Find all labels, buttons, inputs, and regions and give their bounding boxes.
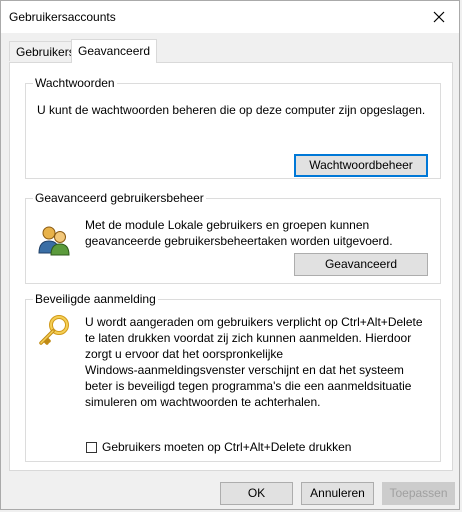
advanced-management-line-1: Met de module Lokale gebruikers en groep… (85, 218, 370, 232)
tab-strip: Gebruikers Geavanceerd (9, 39, 449, 63)
password-management-button-label: Wachtwoordbeheer (309, 158, 413, 172)
advanced-button-label: Geavanceerd (324, 257, 398, 271)
close-button[interactable] (419, 1, 459, 33)
advanced-tab-panel: Wachtwoorden U kunt de wachtwoorden behe… (9, 62, 453, 471)
key-icon (39, 315, 69, 345)
advanced-management-legend: Geavanceerd gebruikersbeheer (33, 191, 206, 205)
passwords-description: U kunt de wachtwoorden beheren die op de… (37, 103, 426, 117)
secure-logon-group: Beveiligde aanmelding U wordt aangeraden… (25, 292, 441, 462)
tab-users-label: Gebruikers (16, 45, 75, 59)
advanced-button[interactable]: Geavanceerd (294, 253, 428, 276)
cancel-button-label: Annuleren (310, 486, 365, 500)
cancel-button[interactable]: Annuleren (301, 482, 374, 505)
ok-button-label: OK (247, 486, 266, 500)
ok-button[interactable]: OK (220, 482, 293, 505)
secure-logon-line-1: U wordt aangeraden om gebruikers verplic… (85, 315, 423, 329)
tab-advanced-label: Geavanceerd (78, 44, 151, 58)
secure-logon-line-6: simuleren om wachtwoorden te achterhalen… (85, 395, 321, 409)
secure-logon-line-2: te laten drukken voordat zij zich kunnen… (85, 331, 412, 345)
title-bar: Gebruikersaccounts (1, 1, 459, 33)
tab-advanced[interactable]: Geavanceerd (71, 39, 158, 63)
dialog-footer: OK Annuleren Toepassen (1, 471, 459, 511)
advanced-management-line-2: geavanceerde gebruikersbeheertaken worde… (85, 234, 393, 248)
window-title: Gebruikersaccounts (9, 10, 116, 24)
ctrl-alt-delete-checkbox-label[interactable]: Gebruikers moeten op Ctrl+Alt+Delete dru… (102, 439, 351, 455)
password-management-button[interactable]: Wachtwoordbeheer (294, 154, 428, 177)
secure-logon-line-5: beter is beveiligd tegen programma's die… (85, 379, 412, 393)
ctrl-alt-delete-checkbox[interactable] (86, 442, 97, 453)
close-icon (433, 11, 445, 23)
passwords-legend: Wachtwoorden (33, 76, 117, 90)
apply-button[interactable]: Toepassen (382, 482, 455, 505)
user-accounts-dialog: Gebruikersaccounts Gebruikers Geavanceer… (0, 0, 460, 510)
apply-button-label: Toepassen (389, 486, 448, 500)
secure-logon-line-4: Windows-aanmeldingsvenster verschijnt en… (85, 363, 404, 377)
secure-logon-legend: Beveiligde aanmelding (33, 292, 158, 306)
passwords-group: Wachtwoorden U kunt de wachtwoorden behe… (25, 76, 441, 179)
advanced-user-management-group: Geavanceerd gebruikersbeheer Met de modu… (25, 191, 441, 284)
users-icon (38, 226, 70, 256)
secure-logon-line-3: zorgt u ervoor dat het oorspronkelijke (85, 347, 284, 361)
